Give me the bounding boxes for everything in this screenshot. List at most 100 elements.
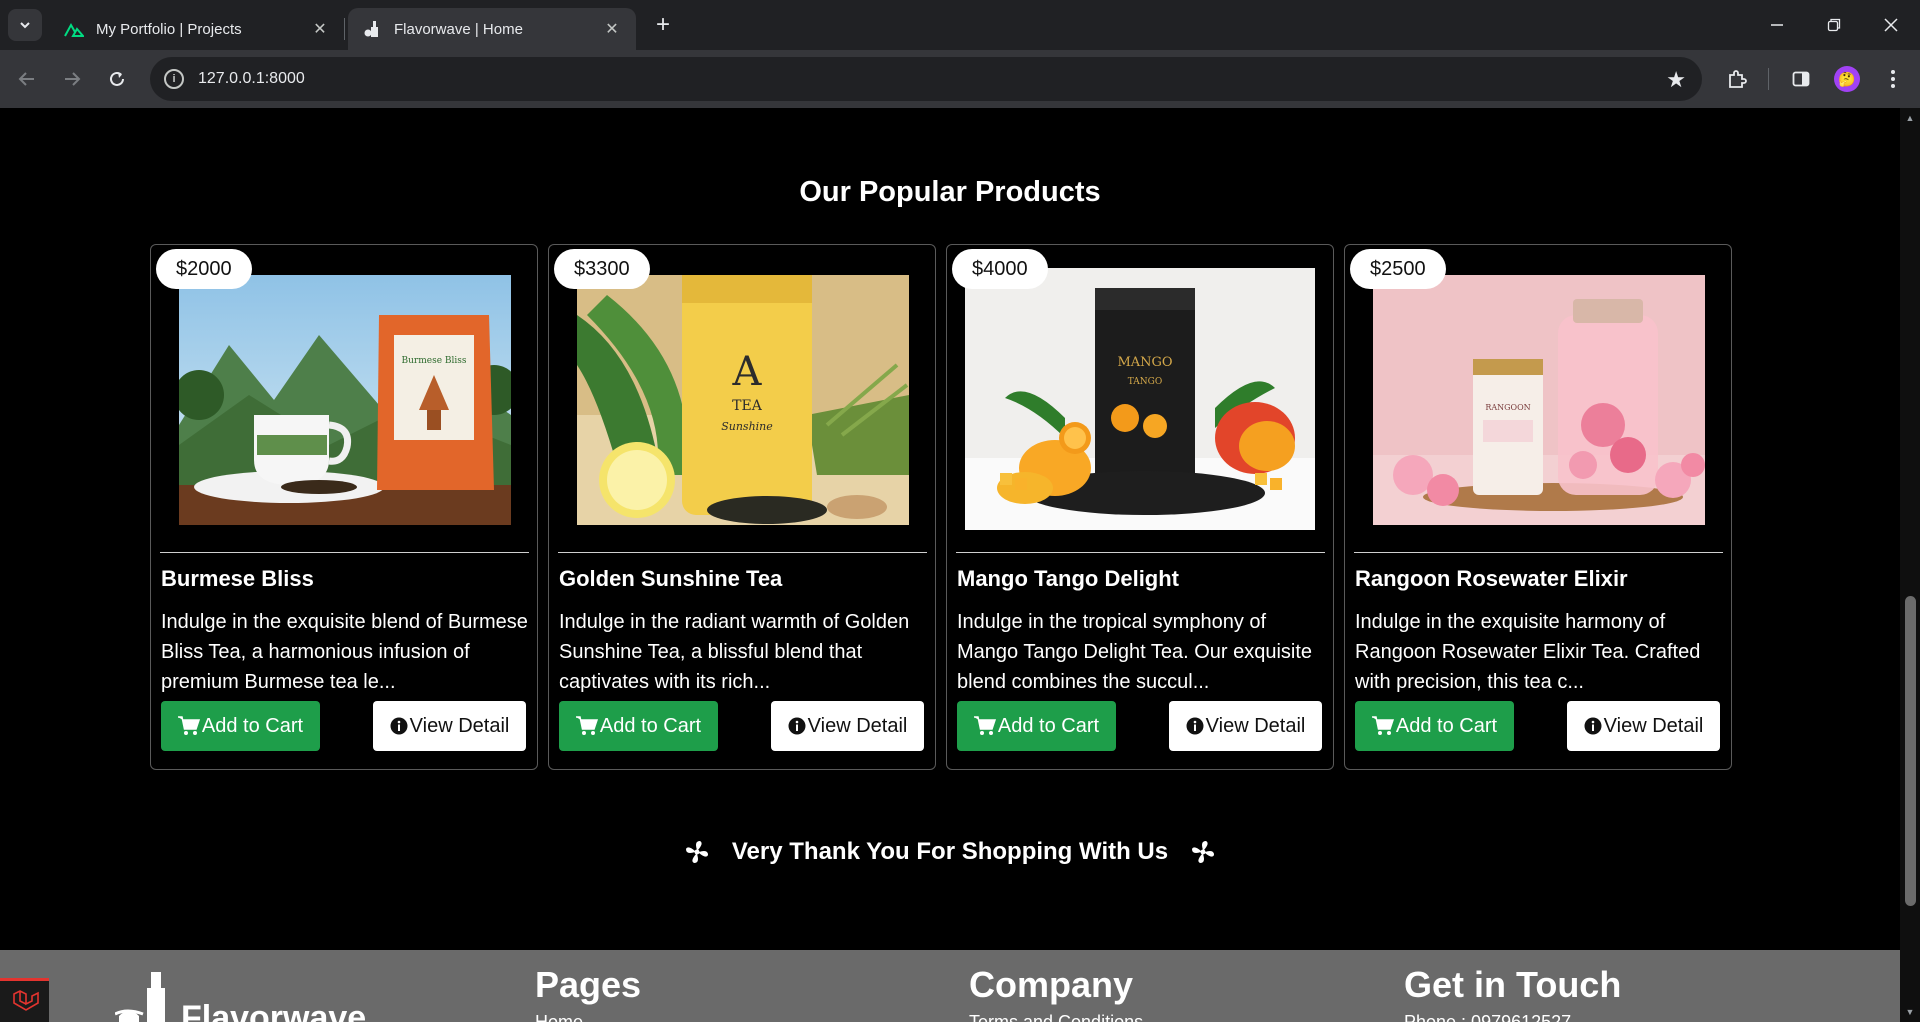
view-detail-label: View Detail [1603,714,1704,737]
reload-button[interactable] [100,62,134,96]
product-description: Indulge in the tropical symphony of Mang… [957,611,1313,693]
fan-icon [1190,839,1216,865]
extensions-button[interactable] [1722,64,1752,94]
footer-link[interactable]: Home [535,1012,583,1022]
add-to-cart-button[interactable]: Add to Cart [161,701,320,751]
card-divider [956,552,1325,553]
footer-company-heading: Company [969,964,1134,1005]
footer-logo[interactable]: Flavorwave [115,970,366,1022]
nuxt-favicon-icon [64,19,84,39]
tab-flavorwave-home[interactable]: Flavorwave | Home ✕ [348,8,636,50]
minimize-icon [1771,24,1783,26]
card-divider [558,552,927,553]
restore-icon [1827,18,1841,32]
reload-icon [110,71,124,86]
tab-separator [344,18,345,40]
page-scrollbar[interactable]: ▲ ▼ [1900,108,1920,1022]
address-bar[interactable]: i 127.0.0.1:8000 ★ [150,57,1702,101]
svg-text:RANGOON: RANGOON [1485,403,1530,412]
svg-text:A: A [732,349,763,395]
tea-favicon-icon [362,19,382,39]
more-vertical-icon [1891,70,1895,88]
info-circle-icon [1584,717,1602,735]
fan-icon [684,839,710,865]
add-to-cart-label: Add to Cart [201,714,304,737]
scrollbar-thumb[interactable] [1905,596,1916,906]
footer-pages-heading: Pages [535,964,642,1005]
product-name: Golden Sunshine Tea [559,566,783,591]
close-icon [1884,18,1898,32]
toolbar-divider [1768,68,1769,90]
footer-link[interactable]: Terms and Conditions [969,1012,1143,1022]
restore-window-button[interactable] [1805,0,1863,50]
footer-brand: Flavorwave [181,999,367,1022]
product-card: Burmese Bliss $2000 Burmese Bliss Indulg… [150,244,538,770]
minimize-window-button[interactable] [1748,0,1806,50]
price-badge: $2000 [156,249,252,289]
back-button[interactable] [10,62,44,96]
product-name: Rangoon Rosewater Elixir [1355,566,1628,591]
svg-text:Burmese Bliss: Burmese Bliss [402,356,467,366]
svg-text:TANGO: TANGO [1128,377,1162,387]
side-panel-button[interactable] [1786,64,1816,94]
browser-tab-strip: My Portfolio | Projects ✕ Flavorwave | H… [0,0,1920,50]
view-detail-button[interactable]: View Detail [373,701,526,751]
arrow-left-icon [18,72,34,86]
product-card: A TEA Sunshine $3300 Golden Sunshine Tea… [548,244,936,770]
chevron-down-icon [20,22,30,29]
add-to-cart-label: Add to Cart [1395,714,1498,737]
product-image-mango-tango-delight[interactable]: MANGO TANGO [965,268,1315,530]
close-tab-icon[interactable]: ✕ [310,19,330,39]
section-title: Our Popular Products [799,176,1101,208]
product-name: Burmese Bliss [161,566,314,591]
footer-phone: Phone : 0979612527 [1404,1012,1572,1022]
price-badge: $3300 [554,249,650,289]
close-window-button[interactable] [1862,0,1920,50]
bookmark-star-icon[interactable]: ★ [1666,67,1686,93]
view-detail-button[interactable]: View Detail [771,701,924,751]
add-to-cart-button[interactable]: Add to Cart [957,701,1116,751]
thank-you-banner: Very Thank You For Shopping With Us [0,838,1900,866]
laravel-logo-icon [12,989,39,1011]
side-panel-icon [1792,71,1810,87]
tab-title: Flavorwave | Home [394,20,523,38]
view-detail-button[interactable]: View Detail [1169,701,1322,751]
shopping-cart-icon [575,716,598,735]
scroll-up-arrow-icon[interactable]: ▲ [1900,110,1920,126]
scroll-down-arrow-icon[interactable]: ▼ [1900,1004,1920,1020]
shopping-cart-icon [973,716,996,735]
url-text: 127.0.0.1:8000 [198,70,305,87]
footer-contact-heading: Get in Touch [1404,964,1622,1005]
profile-avatar[interactable]: 🤔 [1834,66,1860,92]
svg-text:MANGO: MANGO [1117,355,1172,370]
product-card: MANGO TANGO $4000 Mango Tango Delight In… [946,244,1334,770]
laravel-debugbar-button[interactable] [0,978,49,1022]
product-name: Mango Tango Delight [957,566,1180,591]
product-image-burmese-bliss[interactable]: Burmese Bliss [179,275,511,525]
product-card: RANGOON $2500 Rangoon Rosewater Elixir I… [1344,244,1732,770]
view-detail-label: View Detail [409,714,510,737]
view-detail-label: View Detail [807,714,908,737]
product-image-rangoon-rosewater-elixir[interactable]: RANGOON [1373,275,1705,525]
info-circle-icon [1186,717,1204,735]
tab-search-button[interactable] [8,9,42,41]
card-divider [1354,552,1723,553]
web-page: Our Popular Products Burmese Bliss $2000… [0,108,1900,1022]
add-to-cart-label: Add to Cart [599,714,702,737]
forward-button[interactable] [55,62,89,96]
close-tab-icon[interactable]: ✕ [602,19,622,39]
price-badge: $2500 [1350,249,1446,289]
product-image-golden-sunshine-tea[interactable]: A TEA Sunshine [577,275,909,525]
chrome-menu-button[interactable] [1878,64,1908,94]
product-description: Indulge in the exquisite harmony of Rang… [1355,611,1701,693]
info-circle-icon [390,717,408,735]
view-detail-button[interactable]: View Detail [1567,701,1720,751]
add-to-cart-button[interactable]: Add to Cart [1355,701,1514,751]
card-divider [160,552,529,553]
product-description: Indulge in the radiant warmth of Golden … [559,611,910,693]
tab-my-portfolio[interactable]: My Portfolio | Projects ✕ [50,8,344,50]
new-tab-button[interactable]: + [648,10,678,40]
add-to-cart-label: Add to Cart [997,714,1100,737]
site-info-icon[interactable]: i [164,69,184,89]
add-to-cart-button[interactable]: Add to Cart [559,701,718,751]
